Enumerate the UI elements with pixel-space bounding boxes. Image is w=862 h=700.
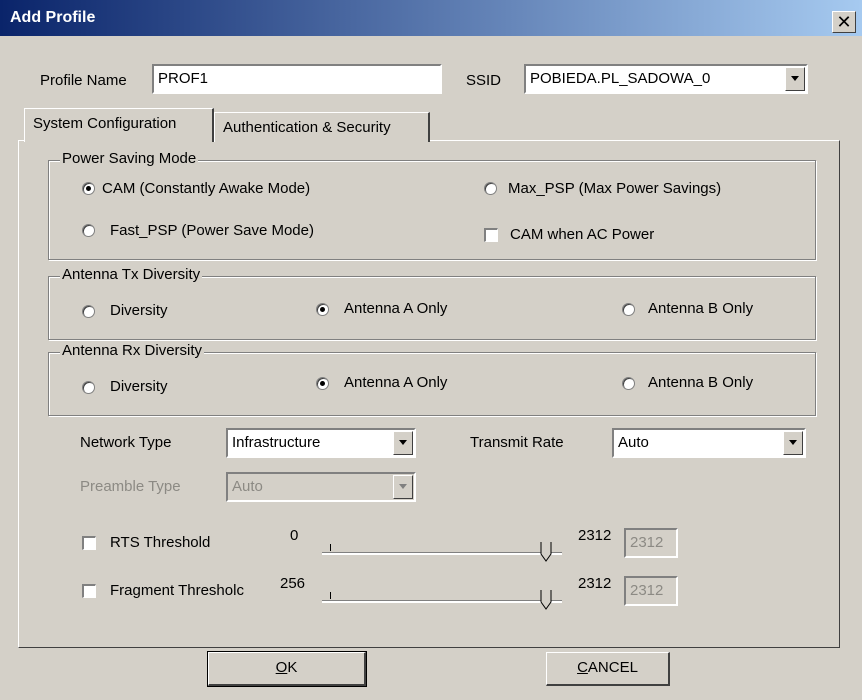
rx-b-only-label: Antenna B Only [648,374,754,391]
network-type-label: Network Type [80,434,172,451]
rts-value-field: 2312 [624,528,678,558]
fragment-checkbox[interactable] [82,584,96,598]
network-type-select[interactable]: Infrastructure [226,428,416,458]
cancel-mnemonic: C [577,659,588,676]
cancel-label-rest: ANCEL [587,659,638,676]
ssid-value: POBIEDA.PL_SADOWA_0 [530,70,711,87]
window-title: Add Profile [10,9,96,26]
profile-name-label: Profile Name [40,72,127,89]
fragment-slider-track[interactable] [322,600,562,603]
ssid-label: SSID [466,72,502,89]
max-psp-radio[interactable] [484,182,497,195]
antenna-rx-title: Antenna Rx Diversity [60,342,205,359]
cam-ac-label: CAM when AC Power [510,226,655,243]
close-icon: ✕ [836,12,852,32]
cancel-button[interactable]: CANCEL [546,652,670,686]
rx-a-only-radio[interactable] [316,377,329,390]
antenna-tx-title: Antenna Tx Diversity [60,266,203,283]
ok-label-rest: K [287,659,298,676]
preamble-type-value: Auto [232,478,263,495]
ok-mnemonic: O [275,659,288,676]
chevron-down-icon[interactable] [785,67,805,91]
title-bar [0,0,862,36]
cam-radio[interactable] [82,182,95,195]
preamble-type-select: Auto [226,472,416,502]
rts-checkbox[interactable] [82,536,96,550]
cam-label: CAM (Constantly Awake Mode) [102,180,311,197]
tab-authentication-security[interactable]: Authentication & Security [214,112,430,142]
transmit-rate-select[interactable]: Auto [612,428,806,458]
power-saving-group [48,160,816,260]
rx-b-only-radio[interactable] [622,377,635,390]
fragment-value: 2312 [630,582,664,599]
chevron-down-icon[interactable] [783,431,803,455]
fast-psp-label: Fast_PSP (Power Save Mode) [110,222,314,239]
max-psp-label: Max_PSP (Max Power Savings) [508,180,722,197]
profile-name-value: PROF1 [158,70,209,87]
tx-a-only-label: Antenna A Only [344,300,448,317]
rts-slider-track[interactable] [322,552,562,555]
tx-b-only-radio[interactable] [622,303,635,316]
tx-a-only-radio[interactable] [316,303,329,316]
chevron-down-icon[interactable] [393,431,413,455]
fragment-value-field: 2312 [624,576,678,606]
fragment-label: Fragment Thresholc [110,582,244,599]
cam-ac-checkbox[interactable] [484,228,498,242]
rx-diversity-radio[interactable] [82,381,95,394]
fast-psp-radio[interactable] [82,224,95,237]
rx-diversity-label: Diversity [110,378,168,395]
chevron-down-icon [393,475,413,499]
close-button[interactable]: ✕ [832,11,856,33]
rts-min-label: 0 [290,527,299,544]
tx-b-only-label: Antenna B Only [648,300,754,317]
fragment-min-label: 256 [280,575,306,592]
rts-min-tick [330,544,331,551]
rts-slider-thumb[interactable] [540,542,552,562]
transmit-rate-label: Transmit Rate [470,434,564,451]
tab-label: System Configuration [33,115,177,132]
tx-diversity-label: Diversity [110,302,168,319]
fragment-slider-thumb[interactable] [540,590,552,610]
tab-label: Authentication & Security [223,119,391,136]
rts-label: RTS Threshold [110,534,211,551]
transmit-rate-value: Auto [618,434,649,451]
network-type-value: Infrastructure [232,434,321,451]
rts-max-label: 2312 [578,527,612,544]
rts-value: 2312 [630,534,664,551]
fragment-min-tick [330,592,331,599]
ssid-select[interactable]: POBIEDA.PL_SADOWA_0 [524,64,808,94]
fragment-max-label: 2312 [578,575,612,592]
profile-name-input[interactable]: PROF1 [152,64,442,94]
tx-diversity-radio[interactable] [82,305,95,318]
tab-system-configuration[interactable]: System Configuration [24,108,214,142]
preamble-type-label: Preamble Type [80,478,181,495]
rx-a-only-label: Antenna A Only [344,374,448,391]
ok-button[interactable]: OK [207,651,367,687]
power-saving-title: Power Saving Mode [60,150,199,167]
